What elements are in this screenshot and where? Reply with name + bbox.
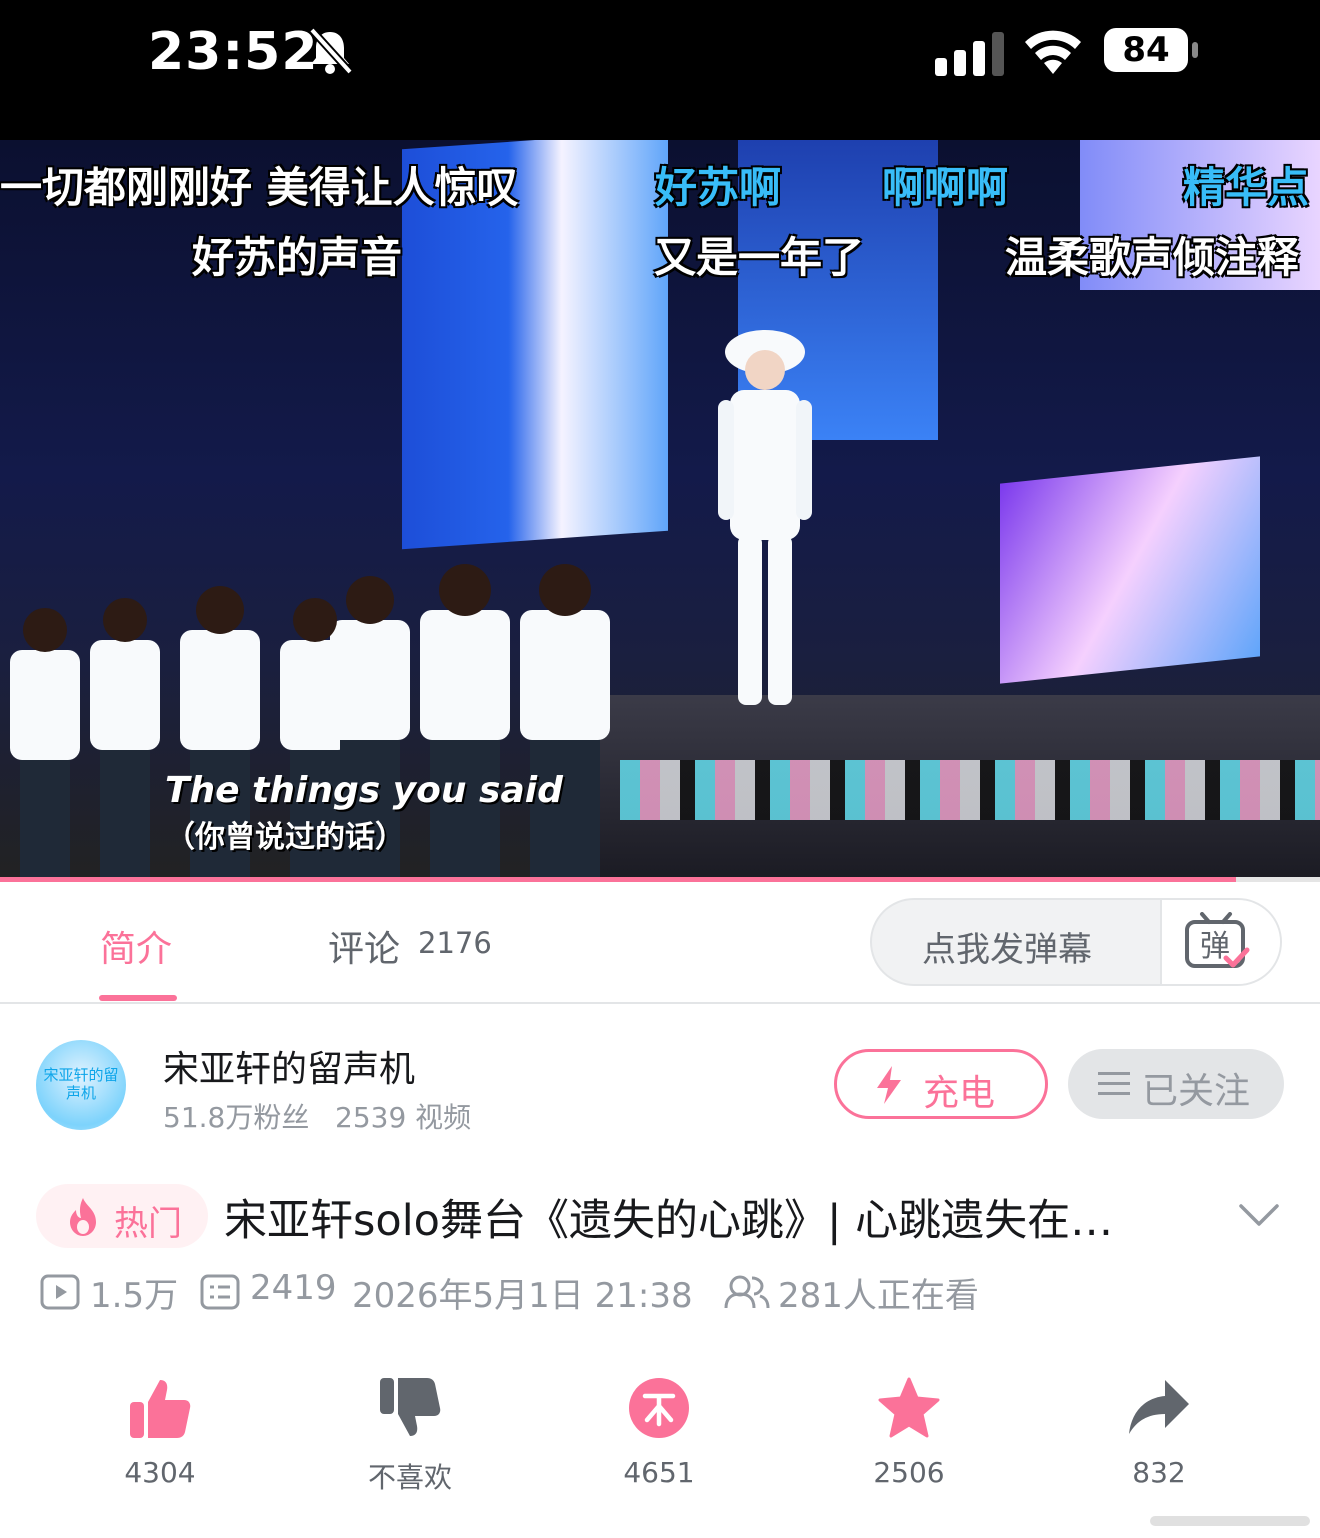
play-count-icon [40, 1274, 80, 1310]
fire-icon [70, 1198, 96, 1236]
favorite-count: 2506 [873, 1456, 945, 1489]
favorite-button[interactable]: 2506 [839, 1376, 979, 1506]
coin-icon [629, 1378, 689, 1438]
follow-button[interactable]: 已关注 [1068, 1049, 1284, 1119]
wifi-icon [1025, 30, 1081, 74]
video-title: 宋亚轩solo舞台《遗失的心跳》| 心跳遗失在… [224, 1196, 1114, 1246]
share-button[interactable]: 832 [1089, 1376, 1229, 1506]
follow-label: 已关注 [1142, 1071, 1251, 1112]
danmaku-toggle-button[interactable]: 弹 [1160, 900, 1280, 984]
danmaku-comment: 好苏啊 [655, 163, 782, 212]
thumbs-up-icon [130, 1380, 191, 1438]
battery-level: 84 [1122, 30, 1170, 70]
avatar-logo-text: 宋亚轩的留声机 [43, 1066, 119, 1102]
subtitle-chinese: （你曾说过的话） [165, 820, 405, 855]
share-arrow-icon [1129, 1380, 1189, 1434]
charge-button[interactable]: 充电 [834, 1049, 1048, 1119]
singer-figure [718, 330, 812, 705]
danmaku-count: 2419 [250, 1268, 337, 1308]
danmaku-tv-icon: 弹 [1185, 912, 1250, 968]
coin-button[interactable]: 4651 [589, 1376, 729, 1506]
menu-icon [1098, 1072, 1130, 1095]
star-icon [878, 1377, 940, 1438]
publish-date: 2026年5月1日 21:38 [352, 1276, 693, 1316]
coin-count: 4651 [623, 1456, 695, 1489]
danmaku-comment: 啊啊啊 [882, 163, 1009, 212]
bell-slash-icon [309, 27, 353, 75]
subtitle-english: The things you said [165, 770, 563, 811]
share-count: 832 [1132, 1456, 1186, 1489]
hot-label: 热门 [114, 1204, 182, 1244]
uploader-name[interactable]: 宋亚轩的留声机 [163, 1040, 415, 1092]
view-count: 1.5万 [90, 1276, 179, 1316]
home-indicator [1150, 1516, 1310, 1526]
like-count: 4304 [124, 1456, 196, 1489]
uploader-fans: 51.8万粉丝 [163, 1101, 310, 1134]
tab-active-indicator [99, 995, 177, 1001]
lightning-icon [877, 1066, 901, 1104]
thumbs-down-icon [380, 1378, 441, 1436]
danmaku-comment: 一切都刚刚好 美得让人惊叹 [0, 163, 519, 212]
danmaku-comment: 温柔歌声倾注释 [1005, 233, 1300, 282]
uploader-avatar[interactable]: 宋亚轩的留声机 [36, 1040, 126, 1130]
charge-label: 充电 [923, 1073, 996, 1114]
battery-tip [1192, 42, 1198, 58]
clock: 23:52 [148, 22, 319, 82]
stage-screen [1000, 456, 1260, 684]
status-bar: 23:52 84 [0, 0, 1320, 140]
video-player[interactable]: 一切都刚刚好 美得让人惊叹 好苏啊 啊啊啊 精华点 好苏的声音 又是一年了 温柔… [0, 140, 1320, 882]
tab-intro[interactable]: 简介 [100, 920, 172, 972]
danmaku-comment: 精华点 [1183, 163, 1310, 212]
stage-lights [620, 760, 1320, 820]
chevron-down-icon[interactable] [1238, 1200, 1280, 1230]
signal-icon [935, 32, 1004, 76]
tab-comments[interactable]: 评论 [328, 920, 400, 972]
like-button[interactable]: 4304 [90, 1376, 230, 1506]
danmaku-placeholder: 点我发弹幕 [922, 930, 1092, 970]
danmaku-comment: 又是一年了 [654, 233, 865, 282]
danmaku-count-icon [200, 1274, 240, 1310]
danmaku-input[interactable]: 点我发弹幕 弹 [870, 898, 1282, 986]
dislike-button[interactable]: 不喜欢 [340, 1376, 480, 1506]
battery-icon: 84 [1104, 28, 1200, 74]
uploader-videos: 2539 视频 [335, 1101, 472, 1134]
dislike-label: 不喜欢 [367, 1461, 452, 1494]
watching-count: 281人正在看 [778, 1276, 979, 1316]
viewers-icon [724, 1275, 770, 1309]
comments-count: 2176 [418, 926, 492, 960]
hot-badge[interactable]: 热门 [36, 1184, 208, 1248]
danmaku-comment: 好苏的声音 [192, 233, 403, 282]
tab-bar: 简介 评论 2176 点我发弹幕 弹 [0, 882, 1320, 1004]
